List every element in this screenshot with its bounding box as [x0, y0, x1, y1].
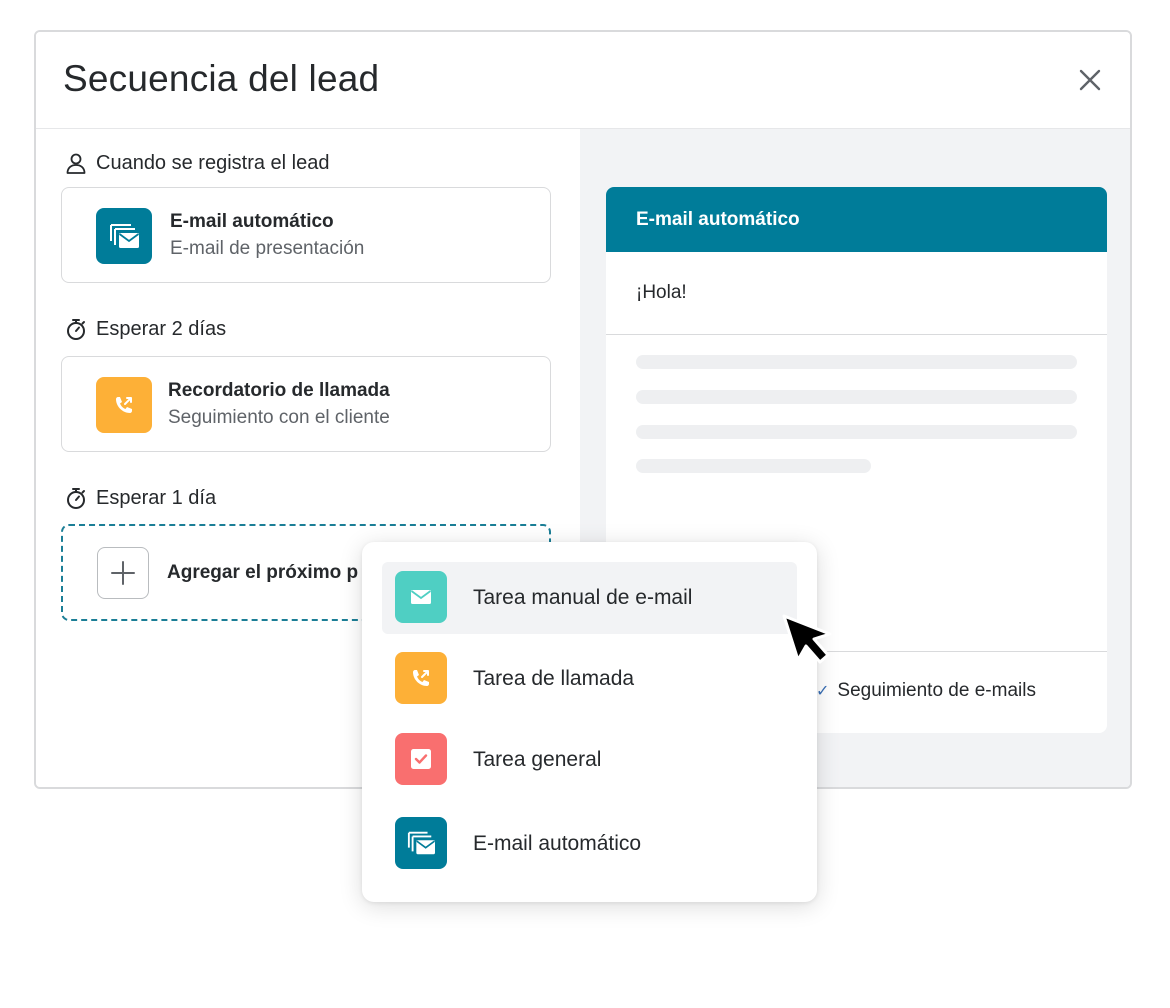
checkbox-icon: [411, 749, 431, 769]
phone-call-icon: [116, 397, 132, 413]
trigger-label: Cuando se registra el lead: [64, 151, 329, 175]
dropdown-item-label: Tarea manual de e-mail: [473, 586, 693, 609]
modal-title: Secuencia del lead: [63, 58, 380, 99]
wait-label-2: Esperar 1 día: [64, 486, 216, 510]
email-stack-icon-box: [96, 208, 152, 264]
email-stack-icon: [110, 224, 140, 248]
dropdown-item-label: E-mail automático: [473, 832, 642, 855]
dropdown-item-auto-email[interactable]: E-mail automático: [382, 808, 797, 880]
dropdown-item-label: Tarea general: [473, 748, 602, 771]
skeleton-line: [636, 459, 871, 473]
dropdown-item-general-task[interactable]: Tarea general: [382, 724, 797, 796]
step-type-dropdown: Tarea manual de e-mail Tarea de llamada …: [362, 542, 817, 902]
phone-call-icon-box: [96, 377, 152, 433]
step-title: Recordatorio de llamada: [168, 380, 390, 401]
step-card-call-reminder[interactable]: Recordatorio de llamada Seguimiento con …: [61, 356, 551, 452]
tracking-label: Seguimiento de e-mails: [837, 680, 1036, 701]
step-subtitle: E-mail de presentación: [170, 238, 365, 259]
email-stack-icon: [407, 831, 436, 855]
dropdown-item-call-task[interactable]: Tarea de llamada: [382, 643, 797, 715]
wait-label-text: Esperar 1 día: [96, 486, 217, 509]
close-button[interactable]: [1076, 66, 1104, 94]
modal-header: Secuencia del lead: [36, 32, 1130, 129]
step-title: E-mail automático: [170, 211, 334, 232]
wait-label-text: Esperar 2 días: [96, 317, 227, 340]
skeleton-line: [636, 425, 1077, 439]
add-step-label: Agregar el próximo p: [167, 562, 359, 583]
skeleton-line: [636, 390, 1077, 404]
stopwatch-icon: [67, 319, 85, 340]
close-icon: [1079, 69, 1101, 91]
step-card-auto-email[interactable]: E-mail automático E-mail de presentación: [61, 187, 551, 283]
phone-call-icon-box: [395, 652, 447, 704]
skeleton-line: [636, 355, 1077, 369]
dropdown-item-label: Tarea de llamada: [473, 667, 635, 690]
plus-icon: [111, 561, 135, 585]
phone-call-icon: [413, 670, 429, 686]
wait-label-1: Esperar 2 días: [64, 317, 226, 341]
mouse-cursor-icon: [782, 614, 832, 664]
plus-icon-box: [97, 547, 149, 599]
stopwatch-icon: [67, 488, 85, 509]
envelope-icon-box: [395, 571, 447, 623]
checkmark-icon: ✓: [816, 683, 830, 700]
dropdown-item-manual-email-task[interactable]: Tarea manual de e-mail: [382, 562, 797, 634]
person-icon: [66, 153, 86, 174]
trigger-label-text: Cuando se registra el lead: [96, 151, 330, 174]
email-stack-icon-box: [395, 817, 447, 869]
checkbox-icon-box: [395, 733, 447, 785]
step-subtitle: Seguimiento con el cliente: [168, 407, 390, 428]
envelope-icon: [410, 590, 432, 604]
email-tracking-option[interactable]: ✓ Seguimiento de e-mails: [816, 680, 1036, 702]
preview-header: E-mail automático: [606, 187, 1107, 252]
preview-greeting: ¡Hola!: [606, 252, 1107, 335]
